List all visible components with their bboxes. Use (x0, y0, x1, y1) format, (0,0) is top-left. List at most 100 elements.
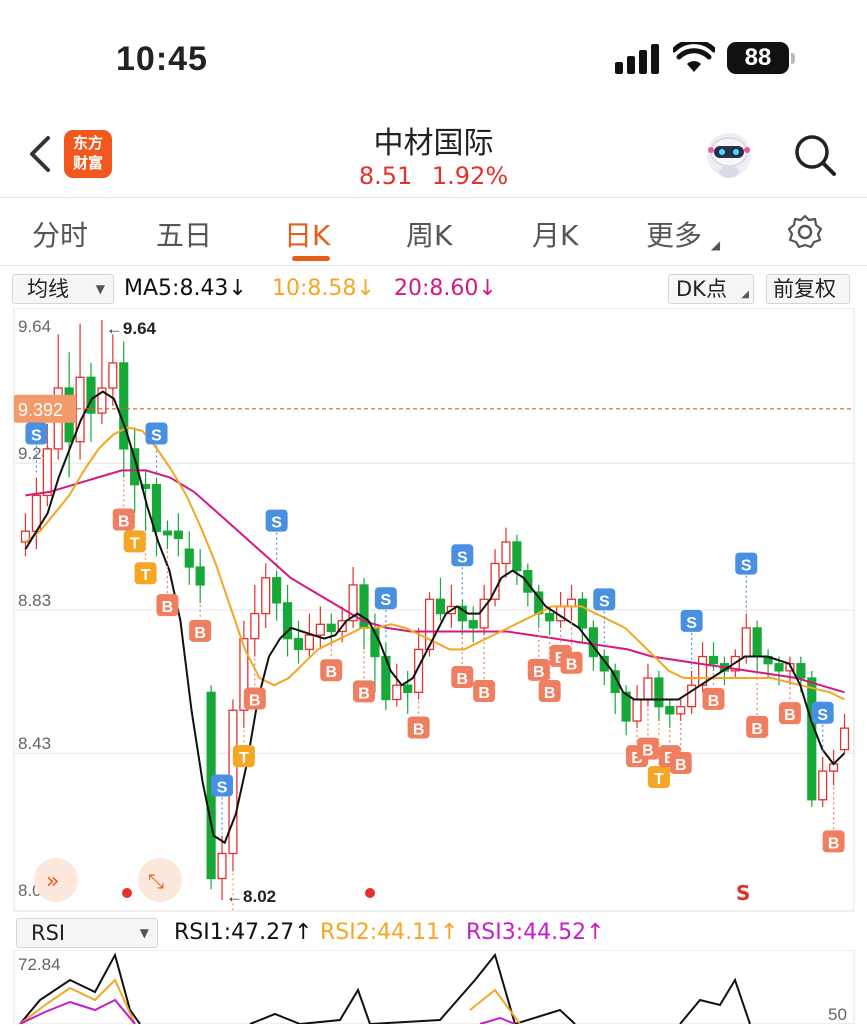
kline-chart-area[interactable]: 9.64 9.24 8.83 8.43 8.02 9.392 ←9.64 ←8.02 S B S T T… (0, 307, 867, 939)
ma-indicator-row: 均线 ▼ MA5:8.43↓ 10:8.58↓ 20:8.60↓ DK点 ◢ 前… (0, 268, 867, 308)
candle-body (272, 577, 282, 604)
signal-letter: B (413, 722, 425, 739)
signal-letter: B (118, 514, 130, 531)
candle-body (774, 663, 784, 672)
rsi-frame (13, 949, 855, 1025)
stock-change-pct: 1.92% (431, 162, 509, 190)
ma5-text: MA5:8.43 (124, 276, 229, 301)
candle-body (217, 852, 227, 880)
candle-body (195, 566, 205, 586)
rsi-selector[interactable]: RSI ▼ (16, 918, 158, 948)
rsi2-value: RSI2:44.11↑ (320, 920, 459, 945)
tab-wuri[interactable]: 五日 (156, 214, 212, 254)
dk-point-label: DK点 (676, 277, 727, 301)
dk-caret-icon: ◢ (741, 289, 749, 300)
ma-selector-label: 均线 (27, 277, 69, 301)
dropdown-caret-icon: ▼ (95, 282, 105, 296)
adjust-button[interactable]: 前复权 (766, 274, 850, 304)
ma20-text: 20:8.60 (394, 276, 479, 301)
signal-letter: B (566, 657, 578, 674)
signal-letter: S (457, 549, 468, 566)
y-tick-label: 9.64 (18, 317, 51, 336)
candle-body (392, 684, 402, 701)
status-time: 10:45 (116, 40, 208, 78)
signal-letter: B (457, 671, 469, 688)
rsi-chart[interactable]: 72.84 50 (0, 949, 867, 1026)
candle-body (839, 727, 850, 751)
candle-body (403, 684, 413, 693)
battery-indicator: 88 (727, 42, 789, 74)
rsi2-text: RSI2:44.11 (320, 920, 441, 945)
candle-body (315, 623, 325, 636)
candle-body (566, 598, 577, 608)
candle-body (818, 770, 828, 801)
signal-letter: T (130, 535, 140, 552)
ma10-value: 10:8.58↓ (272, 276, 375, 301)
candle-body (752, 627, 762, 658)
adjust-label: 前复权 (773, 277, 836, 301)
candle-body (501, 541, 511, 565)
rsi-right-tick: 50 (828, 1005, 847, 1024)
candle-body (261, 577, 271, 615)
rsi1-line (679, 977, 751, 1025)
candle-body (435, 598, 446, 615)
candle-body (632, 698, 642, 722)
stock-price: 8.51 (358, 162, 413, 190)
signal-letter: B (708, 693, 720, 710)
rsi1-value: RSI1:47.27↑ (174, 920, 313, 945)
rsi-top-tick: 72.84 (18, 955, 61, 974)
tab-yuek[interactable]: 月K (532, 214, 578, 254)
candle-body (577, 598, 588, 629)
signal-letter: B (533, 664, 545, 681)
signal-letter: S (151, 428, 162, 445)
signal-letter: B (642, 743, 654, 760)
ma10-arrow: ↓ (356, 276, 375, 301)
candle-body (326, 623, 336, 633)
rsi1-arrow: ↑ (294, 920, 313, 945)
rsi1-text: RSI1:47.27 (174, 920, 295, 945)
rsi-chart-area[interactable]: 72.84 50 (0, 949, 867, 1026)
candle-body (643, 677, 653, 701)
signal-letter: S (817, 707, 828, 724)
tab-label: 周K (406, 219, 453, 252)
ma20-arrow: ↓ (478, 276, 497, 301)
signal-letter: S (599, 593, 610, 610)
ma-selector[interactable]: 均线 ▼ (12, 274, 114, 304)
rsi-selector-label: RSI (31, 921, 66, 945)
tab-label: 更多 (646, 219, 703, 252)
signal-letter: S (31, 428, 42, 445)
settings-gear-icon[interactable] (786, 213, 824, 251)
candle-body (697, 655, 708, 686)
y-tick-label: 8.43 (18, 734, 51, 753)
signal-letter: B (249, 693, 261, 710)
ma5-value: MA5:8.43↓ (124, 276, 247, 301)
cellular-signal-icon (615, 44, 659, 74)
signal-letter: B (828, 835, 840, 852)
candle-body (173, 530, 183, 540)
signal-letter: S (271, 515, 282, 532)
more-caret-icon: ◢ (710, 238, 721, 252)
tab-label: 五日 (156, 219, 213, 252)
kline-chart[interactable]: 9.649.248.838.438.029.392←9.64←8.02SBSTT… (0, 307, 867, 939)
candle-body (108, 362, 118, 389)
candle-body (119, 362, 129, 450)
battery-tip (791, 53, 795, 64)
candle-body (75, 376, 85, 443)
rsi3-value: RSI3:44.52↑ (466, 920, 605, 945)
tab-zhouk[interactable]: 周K (406, 214, 452, 254)
ma10-text: 10:8.58 (272, 276, 357, 301)
tab-more[interactable]: 更多 ◢ (646, 214, 720, 254)
tab-label: 分时 (32, 219, 89, 252)
dk-point-button[interactable]: DK点 ◢ (668, 274, 754, 304)
signal-letter: S (686, 615, 697, 632)
tab-fenshi[interactable]: 分时 (32, 214, 88, 254)
search-icon[interactable] (792, 132, 838, 178)
tab-rik[interactable]: 日K (284, 214, 330, 254)
candle-body (796, 663, 806, 679)
signal-letter: T (654, 771, 664, 788)
ai-assistant-robot-icon[interactable] (702, 128, 756, 182)
expand-icon: ⤡ (148, 869, 164, 893)
signal-letter: B (162, 599, 174, 616)
ma20-value: 20:8.60↓ (394, 276, 497, 301)
dropdown-caret-icon: ▼ (139, 926, 149, 940)
